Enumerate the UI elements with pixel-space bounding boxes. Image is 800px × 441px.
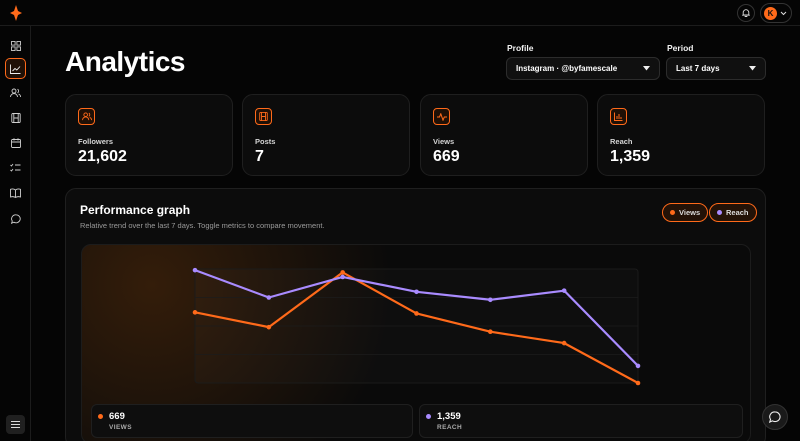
period-label: Period — [667, 43, 694, 53]
avatar: K — [764, 6, 777, 20]
stat-value: 7 — [255, 148, 264, 165]
period-select-value: Last 7 days — [676, 64, 720, 73]
bar-chart-icon — [614, 112, 623, 121]
profile-select-value: Instagram · @byfamescale — [516, 64, 618, 73]
stat-label: Posts — [255, 137, 276, 146]
data-point-reach[interactable] — [635, 363, 641, 369]
reach-dot-icon — [717, 210, 722, 215]
data-point-views[interactable] — [635, 380, 641, 386]
message-icon — [769, 411, 781, 423]
legend-views-value: 669 — [109, 411, 125, 422]
data-point-reach[interactable] — [414, 289, 419, 295]
period-select[interactable]: Last 7 days — [666, 57, 766, 80]
legend-reach-caption: REACH — [437, 424, 463, 431]
logo-icon[interactable] — [10, 5, 22, 21]
top-bar: K — [0, 0, 800, 26]
film-icon — [259, 112, 268, 121]
toggle-views[interactable]: Views — [662, 203, 709, 222]
checklist-icon — [10, 163, 21, 172]
film-icon — [10, 112, 21, 123]
data-point-views[interactable] — [561, 340, 567, 346]
hamburger-icon — [11, 421, 20, 428]
stat-card-posts: Posts 7 — [242, 94, 410, 176]
performance-subtitle: Relative trend over the last 7 days. Tog… — [80, 221, 325, 230]
stat-card-reach: Reach 1,359 — [597, 94, 765, 176]
legend-views: 669 VIEWS — [91, 404, 413, 438]
sidebar-item-calendar[interactable] — [5, 132, 26, 153]
reach-dot-icon — [426, 414, 431, 419]
sidebar-item-media[interactable] — [5, 107, 26, 128]
caret-down-icon — [749, 66, 756, 71]
data-point-views[interactable] — [340, 270, 345, 275]
bell-icon — [742, 9, 750, 17]
profile-select[interactable]: Instagram · @byfamescale — [506, 57, 660, 80]
stat-label: Views — [433, 137, 455, 146]
legend-reach-value: 1,359 — [437, 411, 461, 422]
stat-value: 1,359 — [610, 148, 651, 165]
sidebar-item-analytics[interactable] — [5, 58, 26, 79]
data-point-reach[interactable] — [192, 267, 198, 273]
line-chart-icon — [10, 64, 21, 74]
views-dot-icon — [670, 210, 675, 215]
sidebar — [0, 26, 31, 441]
data-point-reach[interactable] — [340, 274, 345, 280]
users-icon — [10, 88, 21, 97]
profile-label: Profile — [507, 43, 534, 53]
views-dot-icon — [98, 414, 103, 419]
data-point-views[interactable] — [192, 310, 198, 315]
performance-chart: 669 VIEWS 1,359 REACH — [81, 244, 751, 441]
chat-button[interactable] — [762, 404, 788, 430]
data-point-reach[interactable] — [561, 288, 567, 293]
page-title: Analytics — [65, 46, 186, 77]
book-icon — [10, 188, 21, 198]
caret-down-icon — [643, 66, 650, 71]
performance-panel: Performance graph Relative trend over th… — [65, 188, 766, 441]
stat-label: Followers — [78, 137, 114, 146]
activity-icon — [436, 112, 447, 121]
sidebar-item-dashboard[interactable] — [5, 35, 26, 56]
toggle-reach[interactable]: Reach — [709, 203, 757, 222]
menu-button[interactable] — [6, 415, 25, 434]
data-point-views[interactable] — [488, 329, 493, 334]
data-point-views[interactable] — [414, 311, 419, 316]
toggle-views-label: Views — [679, 208, 701, 217]
legend-reach: 1,359 REACH — [419, 404, 743, 438]
message-icon — [10, 213, 21, 224]
data-point-views[interactable] — [266, 324, 272, 330]
grid-icon — [10, 40, 21, 51]
notifications-button[interactable] — [737, 4, 755, 22]
user-menu-button[interactable]: K — [760, 3, 792, 23]
stat-card-followers: Followers 21,602 — [65, 94, 233, 176]
sidebar-item-audience[interactable] — [5, 82, 26, 103]
stat-value: 669 — [433, 148, 460, 165]
performance-title: Performance graph — [80, 203, 191, 217]
users-icon — [81, 112, 92, 121]
sidebar-item-messages[interactable] — [5, 208, 26, 229]
stat-card-views: Views 669 — [420, 94, 588, 176]
toggle-reach-label: Reach — [726, 208, 749, 217]
stat-value: 21,602 — [78, 148, 127, 165]
sidebar-item-tasks[interactable] — [5, 157, 26, 178]
data-point-reach[interactable] — [266, 295, 272, 300]
calendar-icon — [10, 137, 21, 148]
legend-views-caption: VIEWS — [109, 424, 132, 431]
stat-label: Reach — [610, 137, 633, 146]
sidebar-item-guides[interactable] — [5, 182, 26, 203]
data-point-reach[interactable] — [488, 297, 493, 303]
chevron-down-icon — [780, 11, 787, 15]
